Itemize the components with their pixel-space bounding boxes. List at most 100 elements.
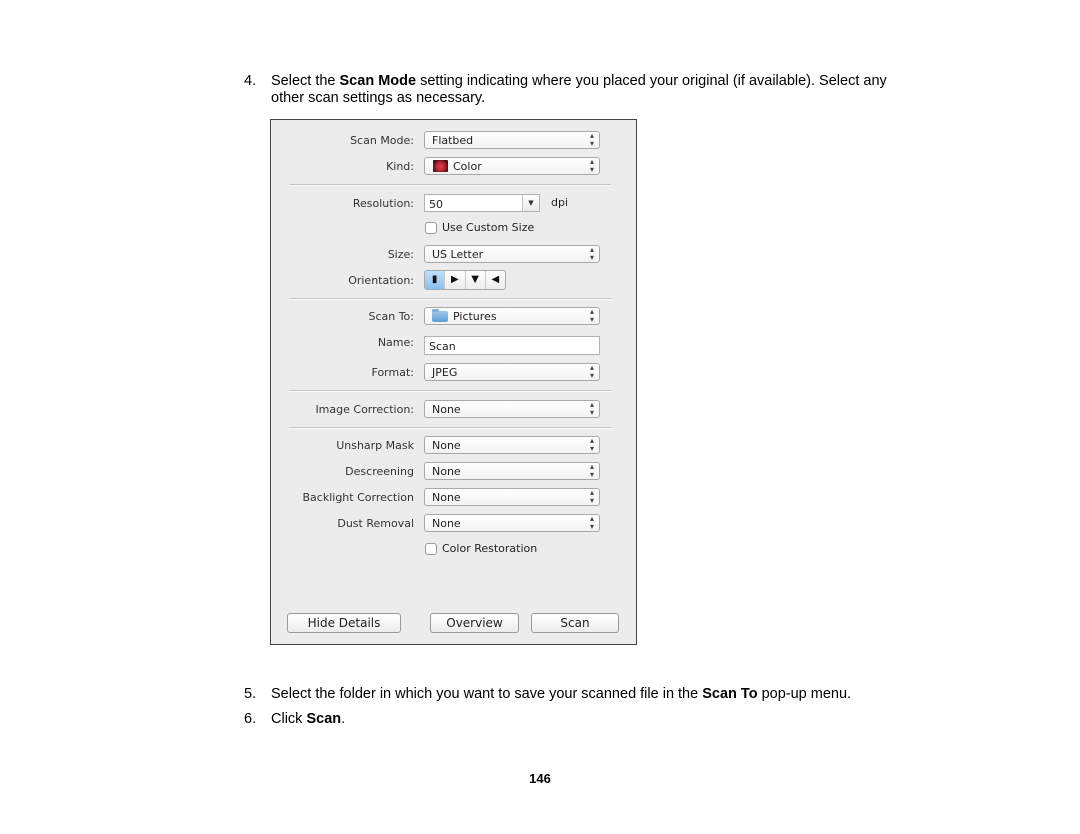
color-restoration-label: Color Restoration	[442, 542, 538, 555]
popup-arrows-icon: ▴ ▾	[589, 488, 594, 505]
color-photo-icon	[433, 160, 448, 172]
use-custom-size-checkbox[interactable]	[425, 222, 437, 234]
text: Select the folder in which you want to s…	[271, 686, 703, 702]
popup-arrows-icon: ▴ ▾	[589, 157, 594, 174]
text: Select the	[271, 73, 340, 89]
popup-arrows-icon: ▴ ▾	[589, 462, 594, 479]
popup-value: None	[432, 517, 461, 530]
popup-value: Flatbed	[432, 134, 474, 147]
emphasis: Scan Mode	[339, 73, 417, 89]
scan-to-row: Scan To: Pictures ▴ ▾	[271, 307, 636, 327]
orientation-upside-down-icon[interactable]: ▼	[466, 271, 486, 289]
scan-mode-popup[interactable]: Flatbed ▴ ▾	[424, 131, 600, 149]
scan-to-label: Scan To:	[368, 310, 414, 323]
popup-value: JPEG	[432, 366, 458, 379]
kind-label: Kind:	[386, 160, 414, 173]
resolution-combo[interactable]: 50 ▼	[424, 194, 540, 212]
step-text: Click Scan.	[271, 710, 345, 728]
backlight-correction-row: Backlight Correction None ▴ ▾	[271, 488, 636, 508]
emphasis: Scan To	[702, 686, 758, 702]
combo-value: 50	[429, 198, 443, 211]
emphasis: Scan	[306, 711, 342, 727]
descreening-popup[interactable]: None ▴ ▾	[424, 462, 600, 480]
color-restoration-row: Color Restoration	[271, 541, 636, 561]
resolution-label: Resolution:	[352, 197, 414, 210]
kind-popup[interactable]: Color ▴ ▾	[424, 157, 600, 175]
scan-button[interactable]: Scan	[531, 613, 619, 633]
image-correction-row: Image Correction: None ▴ ▾	[271, 400, 636, 420]
unsharp-mask-label: Unsharp Mask	[336, 439, 414, 452]
descreening-row: Descreening None ▴ ▾	[271, 462, 636, 482]
resolution-row: Resolution: 50 ▼ dpi	[271, 194, 636, 214]
popup-arrows-icon: ▴ ▾	[589, 436, 594, 453]
color-restoration-checkbox[interactable]	[425, 543, 437, 555]
divider	[289, 298, 611, 300]
backlight-correction-label: Backlight Correction	[302, 491, 415, 504]
popup-arrows-icon: ▴ ▾	[589, 400, 594, 417]
divider	[289, 390, 611, 392]
popup-arrows-icon: ▴ ▾	[589, 307, 594, 324]
use-custom-size-row: Use Custom Size	[271, 220, 636, 240]
scan-mode-label: Scan Mode:	[350, 134, 414, 147]
popup-value: Color	[453, 160, 482, 173]
use-custom-size-label: Use Custom Size	[442, 221, 535, 234]
text: setting indicating where you placed your…	[416, 73, 887, 89]
step-number: 6.	[244, 711, 257, 727]
overview-button[interactable]: Overview	[430, 613, 519, 633]
dropdown-arrow-icon[interactable]: ▼	[522, 195, 539, 211]
name-value: Scan	[429, 340, 456, 353]
hide-details-button[interactable]: Hide Details	[287, 613, 401, 633]
format-label: Format:	[371, 366, 414, 379]
text: Click	[271, 711, 307, 727]
step-text-line2: other scan settings as necessary.	[271, 90, 486, 106]
popup-arrows-icon: ▴ ▾	[589, 131, 594, 148]
dpi-unit: dpi	[551, 196, 569, 209]
unsharp-mask-row: Unsharp Mask None ▴ ▾	[271, 436, 636, 456]
orientation-row: Orientation: ▮ ▶ ▼ ◀	[271, 270, 636, 290]
scan-mode-row: Scan Mode: Flatbed ▴ ▾	[271, 131, 636, 151]
folder-icon	[432, 309, 448, 322]
format-popup[interactable]: JPEG ▴ ▾	[424, 363, 600, 381]
size-label: Size:	[387, 248, 414, 261]
popup-value: Pictures	[453, 310, 497, 323]
text: .	[341, 711, 346, 727]
divider	[289, 184, 611, 186]
name-field[interactable]: Scan	[424, 336, 600, 355]
dust-removal-row: Dust Removal None ▴ ▾	[271, 514, 636, 534]
popup-arrows-icon: ▴ ▾	[589, 245, 594, 262]
dust-removal-label: Dust Removal	[337, 517, 414, 530]
image-correction-label: Image Correction:	[315, 403, 414, 416]
orientation-upright-icon[interactable]: ▮	[425, 271, 446, 289]
dust-removal-popup[interactable]: None ▴ ▾	[424, 514, 600, 532]
size-row: Size: US Letter ▴ ▾	[271, 245, 636, 265]
orientation-segmented-control[interactable]: ▮ ▶ ▼ ◀	[424, 270, 506, 290]
image-correction-popup[interactable]: None ▴ ▾	[424, 400, 600, 418]
kind-row: Kind: Color ▴ ▾	[271, 157, 636, 177]
popup-value: None	[432, 491, 461, 504]
popup-value: None	[432, 465, 461, 478]
name-label: Name:	[377, 336, 414, 349]
step-number: 4.	[244, 73, 257, 89]
popup-value: None	[432, 403, 461, 416]
text: pop-up menu.	[757, 686, 852, 702]
popup-arrows-icon: ▴ ▾	[589, 363, 594, 380]
unsharp-mask-popup[interactable]: None ▴ ▾	[424, 436, 600, 454]
page-number: 146	[529, 771, 551, 786]
step-text: Select the Scan Mode setting indicating …	[271, 72, 887, 90]
scan-to-popup[interactable]: Pictures ▴ ▾	[424, 307, 600, 325]
scan-settings-dialog: Scan Mode: Flatbed ▴ ▾ Kind: Color ▴ ▾ Res…	[270, 119, 637, 645]
step-number: 5.	[244, 686, 257, 702]
popup-value: None	[432, 439, 461, 452]
descreening-label: Descreening	[345, 465, 414, 478]
name-row: Name: Scan	[271, 336, 636, 356]
size-popup[interactable]: US Letter ▴ ▾	[424, 245, 600, 263]
popup-arrows-icon: ▴ ▾	[589, 514, 594, 531]
orientation-right-icon[interactable]: ◀	[486, 271, 505, 289]
orientation-label: Orientation:	[348, 274, 414, 287]
step-text: Select the folder in which you want to s…	[271, 685, 851, 703]
format-row: Format: JPEG ▴ ▾	[271, 363, 636, 383]
divider	[289, 427, 611, 429]
orientation-left-icon[interactable]: ▶	[445, 271, 466, 289]
popup-value: US Letter	[432, 248, 484, 261]
backlight-correction-popup[interactable]: None ▴ ▾	[424, 488, 600, 506]
